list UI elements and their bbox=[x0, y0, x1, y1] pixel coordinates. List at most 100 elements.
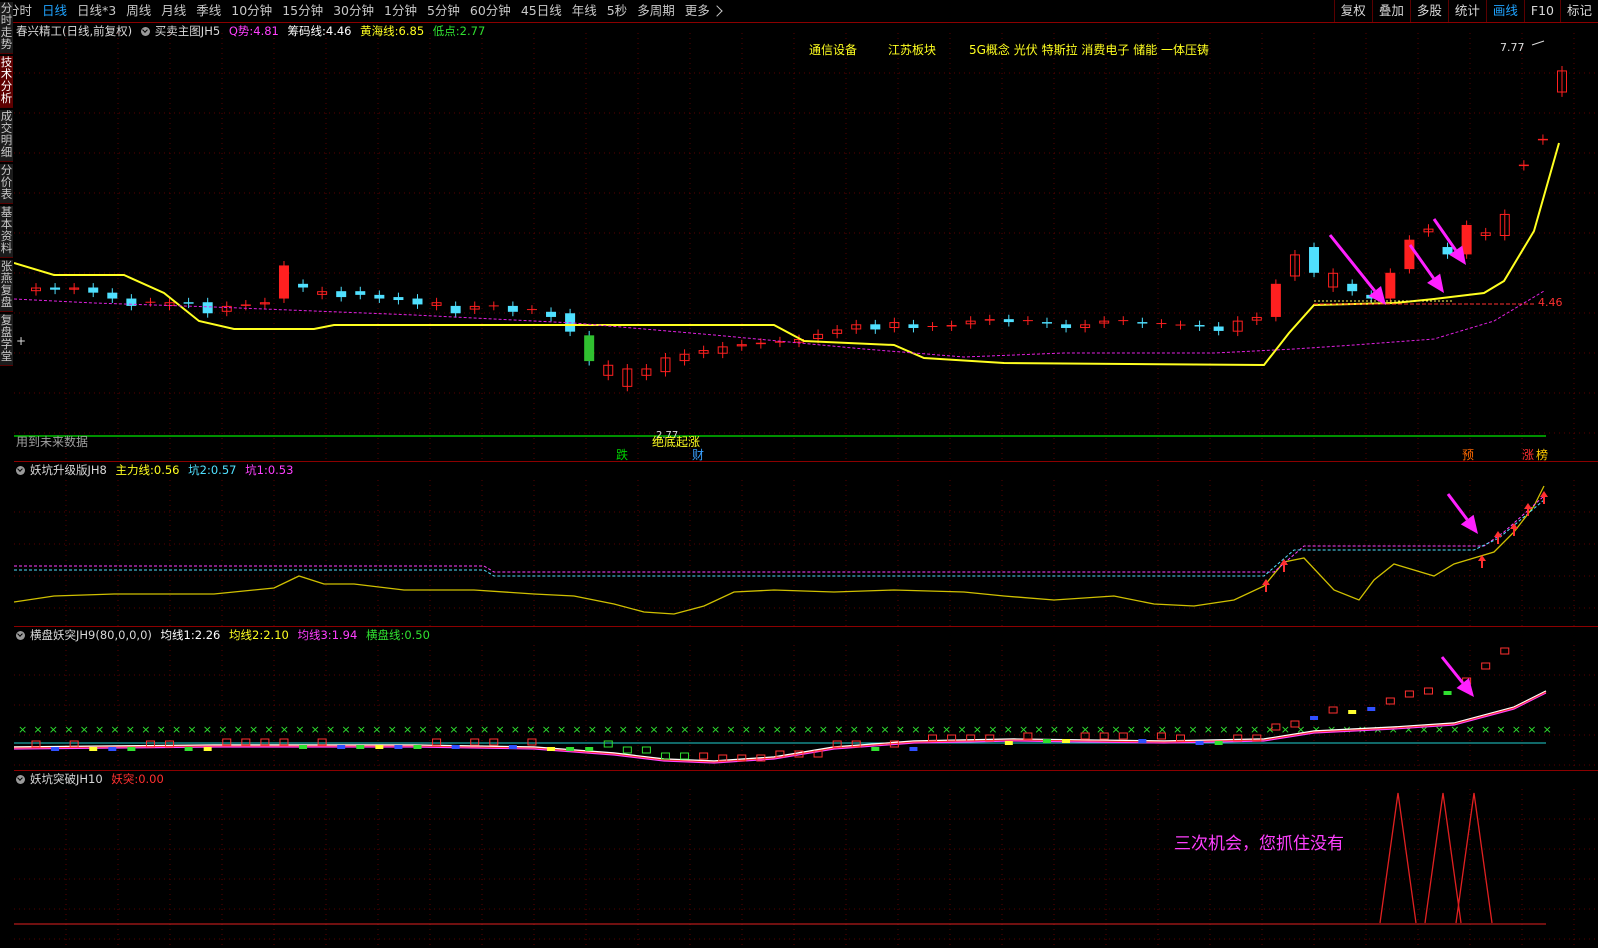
cross-marker: × bbox=[280, 723, 289, 736]
pane4-v1: 0.00 bbox=[138, 772, 164, 786]
pane4-indicator[interactable]: 妖坑突破JH10 bbox=[30, 772, 103, 786]
cross-marker: × bbox=[726, 723, 735, 736]
period-tab[interactable]: 5分钟 bbox=[422, 0, 465, 22]
pane3-indicator[interactable]: 横盘妖突JH9(80,0,0,0) bbox=[30, 628, 152, 642]
period-tab[interactable]: 15分钟 bbox=[277, 0, 328, 22]
cross-marker: × bbox=[896, 723, 905, 736]
pane2-title: 妖坑升级版JH8 主力线:0.56 坑2:0.57 坑1:0.53 bbox=[16, 462, 298, 478]
toolbar-button[interactable]: 统计 bbox=[1448, 0, 1486, 22]
dropdown-circle-icon[interactable] bbox=[16, 631, 25, 640]
candle-body bbox=[1195, 325, 1205, 326]
cross-marker: × bbox=[665, 723, 674, 736]
period-tab[interactable]: 45日线 bbox=[516, 0, 567, 22]
toolbar-button[interactable]: 画线 bbox=[1486, 0, 1524, 22]
period-tab[interactable]: 30分钟 bbox=[328, 0, 379, 22]
pane3-l4: 横盘线: bbox=[366, 628, 404, 642]
mini-candle bbox=[490, 739, 498, 745]
pane3-v1: 2.26 bbox=[195, 628, 221, 642]
sector-label: 通信设备 bbox=[809, 43, 857, 57]
toolbar-button[interactable]: 叠加 bbox=[1372, 0, 1410, 22]
mini-candle bbox=[1310, 716, 1318, 720]
cross-marker: × bbox=[465, 723, 474, 736]
period-tab[interactable]: 日线*3 bbox=[72, 0, 121, 22]
indicator-name[interactable]: 买卖主图JH5 bbox=[155, 24, 220, 38]
cross-marker: × bbox=[480, 723, 489, 736]
pane4-l1: 妖突: bbox=[111, 772, 138, 786]
cross-marker: × bbox=[619, 723, 628, 736]
dropdown-circle-icon[interactable] bbox=[16, 775, 25, 784]
signal-marker: 榜 bbox=[1536, 447, 1548, 462]
period-tab[interactable]: 日线 bbox=[37, 0, 72, 22]
mini-candle bbox=[337, 745, 345, 749]
left-tab[interactable]: 成交明细 bbox=[0, 110, 13, 162]
dropdown-circle-icon[interactable] bbox=[16, 466, 25, 475]
mini-candle bbox=[1329, 707, 1337, 713]
left-tab[interactable]: 基本资料 bbox=[0, 206, 13, 258]
candle-body bbox=[546, 312, 556, 317]
cross-marker: × bbox=[95, 723, 104, 736]
cross-marker: × bbox=[511, 723, 520, 736]
cross-marker: × bbox=[1219, 723, 1228, 736]
tupo-chart[interactable]: 三次机会，您抓住没有 bbox=[14, 771, 1598, 945]
period-tab[interactable]: 年线 bbox=[567, 0, 602, 22]
period-tab[interactable]: 5秒 bbox=[602, 0, 632, 22]
cross-marker: × bbox=[326, 723, 335, 736]
candle-body bbox=[203, 302, 213, 313]
cross-marker: × bbox=[1065, 723, 1074, 736]
period-tab[interactable]: 多周期 bbox=[632, 0, 680, 22]
yaokeng-chart[interactable] bbox=[14, 462, 1598, 627]
period-tab[interactable]: 月线 bbox=[156, 0, 191, 22]
candle-body bbox=[584, 335, 594, 361]
future-data-label: 用到未来数据 bbox=[16, 434, 88, 449]
cross-marker: × bbox=[773, 723, 782, 736]
cross-marker: × bbox=[1034, 723, 1043, 736]
candle-body bbox=[1385, 273, 1395, 299]
left-tab[interactable]: 复盘学堂 bbox=[0, 314, 13, 366]
pane2-indicator[interactable]: 妖坑升级版JH8 bbox=[30, 463, 107, 477]
left-tab[interactable]: 张燕复盘 bbox=[0, 260, 13, 312]
mini-candle bbox=[1348, 710, 1356, 714]
cross-marker: × bbox=[126, 723, 135, 736]
more-button[interactable]: 更多 bbox=[680, 0, 715, 22]
cross-marker: × bbox=[526, 723, 535, 736]
candle-body bbox=[88, 288, 98, 293]
cross-marker: × bbox=[757, 723, 766, 736]
low-label: 低点: bbox=[433, 24, 460, 38]
cross-marker: × bbox=[18, 723, 27, 736]
pane-hengpan[interactable]: ××××××××××××××××××××××××××××××××××××××××… bbox=[14, 626, 1598, 771]
left-tab[interactable]: 分时走势 bbox=[0, 2, 13, 54]
toolbar-button[interactable]: 标记 bbox=[1560, 0, 1598, 22]
candle-body bbox=[1443, 247, 1453, 254]
toolbar-button[interactable]: F10 bbox=[1524, 0, 1560, 22]
cross-marker: × bbox=[80, 723, 89, 736]
cross-marker: × bbox=[295, 723, 304, 736]
period-tab[interactable]: 季线 bbox=[191, 0, 226, 22]
toolbar-button[interactable]: 复权 bbox=[1334, 0, 1372, 22]
left-tab[interactable]: 技术分析 bbox=[0, 56, 13, 108]
candle-body bbox=[279, 265, 289, 298]
pane-yaokeng[interactable] bbox=[14, 461, 1598, 627]
pane4-title: 妖坑突破JH10 妖突:0.00 bbox=[16, 771, 169, 787]
period-tab[interactable]: 60分钟 bbox=[465, 0, 516, 22]
pane-tupo[interactable]: 三次机会，您抓住没有 bbox=[14, 770, 1598, 945]
candlestick-chart[interactable]: +通信设备江苏板块5G概念 光伏 特斯拉 消费电子 储能 一体压铸7.772.7… bbox=[14, 23, 1598, 462]
candle-body bbox=[50, 288, 60, 290]
mini-candle bbox=[1501, 648, 1509, 654]
toolbar-button[interactable]: 多股 bbox=[1410, 0, 1448, 22]
cross-marker: × bbox=[850, 723, 859, 736]
hengpan-chart[interactable]: ××××××××××××××××××××××××××××××××××××××××… bbox=[14, 627, 1598, 771]
pane3-l3: 均线3: bbox=[297, 628, 331, 642]
candle-body bbox=[1004, 319, 1014, 322]
low-value: 2.77 bbox=[460, 24, 486, 38]
cross-marker: × bbox=[264, 723, 273, 736]
left-tab[interactable]: 分价表 bbox=[0, 164, 13, 204]
cross-marker: × bbox=[372, 723, 381, 736]
period-tab[interactable]: 10分钟 bbox=[226, 0, 277, 22]
cross-marker: × bbox=[1496, 723, 1505, 736]
period-tab[interactable]: 周线 bbox=[121, 0, 156, 22]
mini-candle bbox=[1386, 698, 1394, 704]
cross-marker: × bbox=[711, 723, 720, 736]
main-chart-pane[interactable]: +通信设备江苏板块5G概念 光伏 特斯拉 消费电子 储能 一体压铸7.772.7… bbox=[14, 22, 1598, 462]
period-tab[interactable]: 1分钟 bbox=[379, 0, 422, 22]
dropdown-circle-icon[interactable] bbox=[141, 27, 150, 36]
